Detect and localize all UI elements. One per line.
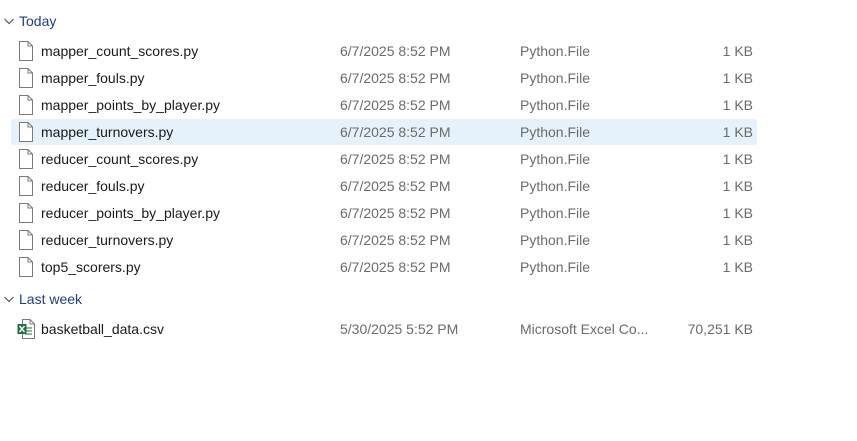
file-type: Microsoft Excel Co... xyxy=(520,321,649,337)
python-file-icon xyxy=(19,122,33,142)
file-type: Python.File xyxy=(520,97,591,113)
python-file-icon xyxy=(19,41,33,61)
python-file-icon xyxy=(19,95,33,115)
file-name: basketball_data.csv xyxy=(41,321,164,337)
group-header-last-week[interactable]: Last week xyxy=(0,288,82,310)
file-type: Python.File xyxy=(520,151,591,167)
file-row[interactable]: reducer_fouls.py 6/7/2025 8:52 PM Python… xyxy=(11,173,757,199)
file-name: mapper_fouls.py xyxy=(41,70,145,86)
file-size: 1 KB xyxy=(722,70,753,86)
file-size: 1 KB xyxy=(722,97,753,113)
file-date: 6/7/2025 8:52 PM xyxy=(340,97,451,113)
file-type: Python.File xyxy=(520,205,591,221)
file-date: 6/7/2025 8:52 PM xyxy=(340,259,451,275)
file-date: 6/7/2025 8:52 PM xyxy=(340,43,451,59)
file-date: 6/7/2025 8:52 PM xyxy=(340,232,451,248)
file-date: 6/7/2025 8:52 PM xyxy=(340,124,451,140)
excel-csv-file-icon xyxy=(17,319,35,339)
file-row[interactable]: reducer_points_by_player.py 6/7/2025 8:5… xyxy=(11,200,757,226)
file-size: 1 KB xyxy=(722,232,753,248)
file-size: 1 KB xyxy=(722,124,753,140)
file-size: 1 KB xyxy=(722,259,753,275)
group-label: Last week xyxy=(19,291,83,307)
file-name: mapper_points_by_player.py xyxy=(41,97,221,113)
file-row[interactable]: top5_scorers.py 6/7/2025 8:52 PM Python.… xyxy=(11,254,757,280)
file-type: Python.File xyxy=(520,178,591,194)
file-type: Python.File xyxy=(520,43,591,59)
file-type: Python.File xyxy=(520,232,591,248)
file-row-selected[interactable]: mapper_turnovers.py 6/7/2025 8:52 PM Pyt… xyxy=(11,119,757,145)
file-type: Python.File xyxy=(520,259,591,275)
group-header-today[interactable]: Today xyxy=(0,10,56,32)
file-type: Python.File xyxy=(520,124,591,140)
file-row[interactable]: basketball_data.csv 5/30/2025 5:52 PM Mi… xyxy=(11,316,757,342)
file-name: mapper_count_scores.py xyxy=(41,43,199,59)
file-type: Python.File xyxy=(520,70,591,86)
file-row[interactable]: mapper_fouls.py 6/7/2025 8:52 PM Python.… xyxy=(11,65,757,91)
file-size: 1 KB xyxy=(722,205,753,221)
file-name: reducer_points_by_player.py xyxy=(41,205,221,221)
file-date: 6/7/2025 8:52 PM xyxy=(340,178,451,194)
chevron-down-icon[interactable] xyxy=(3,15,15,27)
file-date: 6/7/2025 8:52 PM xyxy=(340,70,451,86)
python-file-icon xyxy=(19,68,33,88)
file-row[interactable]: reducer_turnovers.py 6/7/2025 8:52 PM Py… xyxy=(11,227,757,253)
file-name: reducer_turnovers.py xyxy=(41,232,174,248)
file-date: 6/7/2025 8:52 PM xyxy=(340,151,451,167)
file-name: top5_scorers.py xyxy=(41,259,141,275)
file-row[interactable]: reducer_count_scores.py 6/7/2025 8:52 PM… xyxy=(11,146,757,172)
file-date: 5/30/2025 5:52 PM xyxy=(340,321,459,337)
file-name: mapper_turnovers.py xyxy=(41,124,174,140)
file-name: reducer_count_scores.py xyxy=(41,151,199,167)
python-file-icon xyxy=(19,203,33,223)
python-file-icon xyxy=(19,149,33,169)
chevron-down-icon[interactable] xyxy=(3,293,15,305)
file-size: 1 KB xyxy=(722,43,753,59)
python-file-icon xyxy=(19,257,33,277)
file-size: 1 KB xyxy=(722,151,753,167)
python-file-icon xyxy=(19,230,33,250)
file-date: 6/7/2025 8:52 PM xyxy=(340,205,451,221)
file-row[interactable]: mapper_count_scores.py 6/7/2025 8:52 PM … xyxy=(11,38,757,64)
file-explorer-list: Today mapper_count_scores.py 6/7/2025 8:… xyxy=(0,0,857,441)
file-size: 1 KB xyxy=(722,178,753,194)
file-name: reducer_fouls.py xyxy=(41,178,145,194)
file-size: 70,251 KB xyxy=(687,321,753,337)
file-row[interactable]: mapper_points_by_player.py 6/7/2025 8:52… xyxy=(11,92,757,118)
group-label: Today xyxy=(19,13,57,29)
python-file-icon xyxy=(19,176,33,196)
